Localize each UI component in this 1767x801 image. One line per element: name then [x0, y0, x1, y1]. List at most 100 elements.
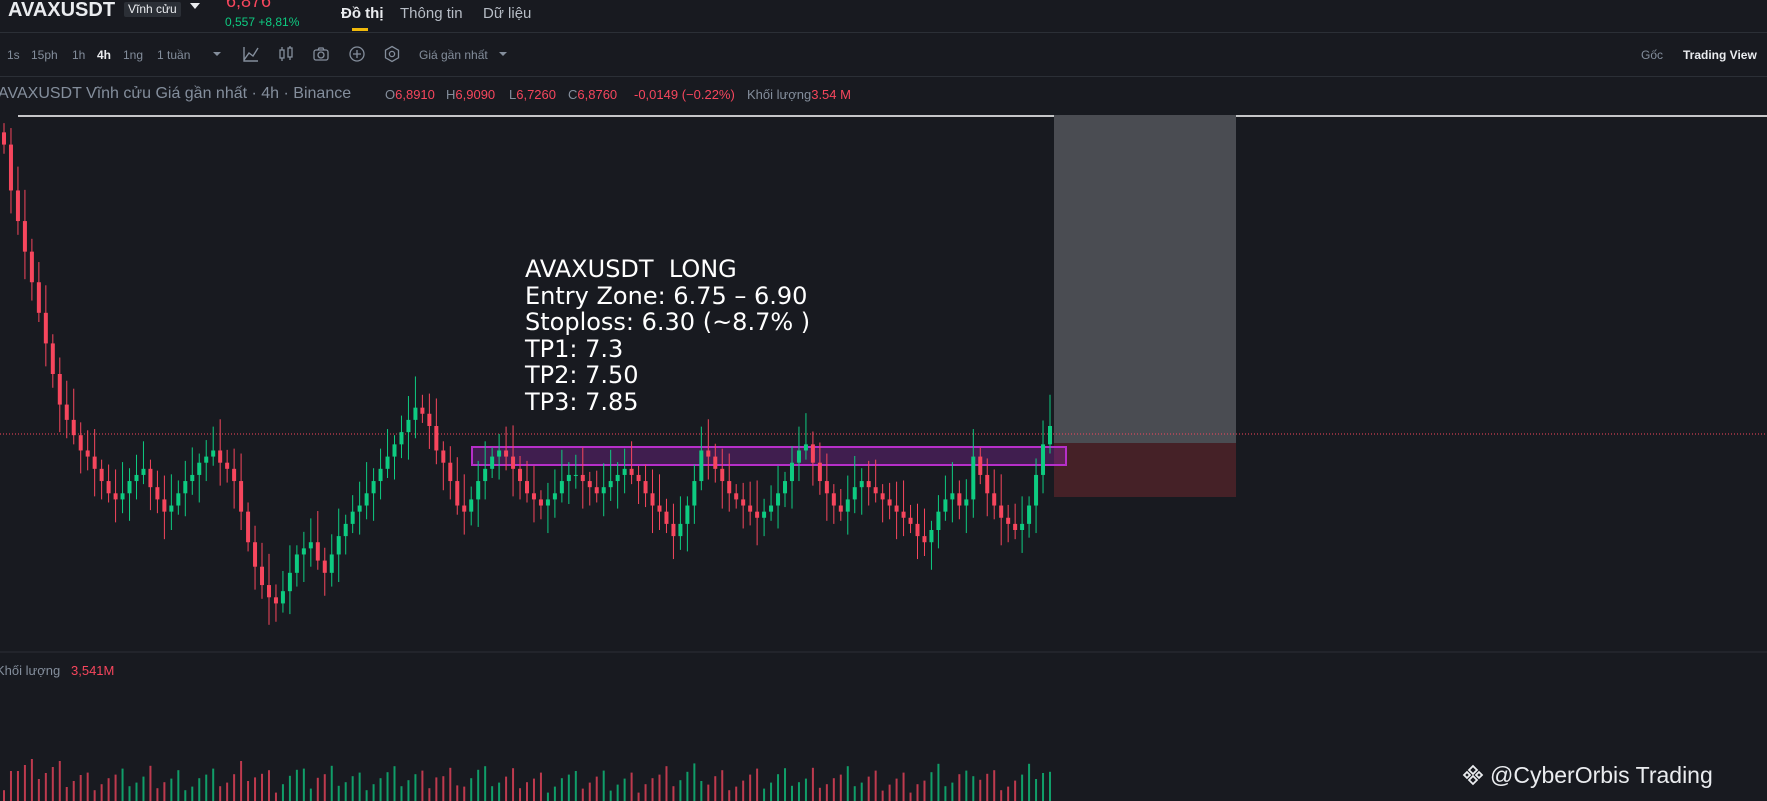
candle-body [748, 505, 753, 512]
volume-bar [170, 778, 173, 801]
candle-body [197, 462, 202, 475]
volume-bar [665, 766, 668, 801]
contract-type-badge: Vĩnh cửu [124, 2, 181, 17]
price-type-select[interactable]: Giá gần nhất [419, 48, 488, 62]
volume-bar [686, 771, 689, 801]
camera-icon[interactable] [312, 45, 330, 63]
candle-body [378, 468, 383, 482]
volume-bar [149, 765, 152, 801]
candle-body [106, 481, 111, 494]
candle-body [671, 523, 676, 537]
candle-body [357, 505, 362, 512]
candle-body [810, 444, 815, 463]
candle-body [650, 493, 655, 506]
volume-bar [895, 778, 898, 801]
volume-bar [100, 784, 103, 801]
symbol-name[interactable]: AVAXUSDT [8, 0, 115, 22]
candle-body [413, 407, 418, 420]
tab-chart[interactable]: Đồ thị [341, 5, 384, 22]
candle-body [915, 523, 920, 537]
top-bar: AVAXUSDT Vĩnh cửu 6,876 0,557 +8,81% Đồ … [0, 0, 1767, 33]
candle-body [678, 523, 683, 537]
chevron-down-icon[interactable] [208, 45, 226, 63]
volume-bar [616, 784, 619, 801]
volume-bar [930, 772, 933, 801]
volume-bar [226, 782, 229, 801]
candle-body [838, 505, 843, 512]
candle-body [232, 468, 237, 482]
candle-body [36, 282, 41, 313]
candle-body [525, 481, 529, 494]
volume-bar [23, 765, 26, 801]
candle-type-icon[interactable] [277, 45, 295, 63]
volume-bar [567, 774, 570, 801]
volume-bar [212, 768, 215, 801]
volume-bar [825, 784, 828, 801]
position-loss-zone [1054, 443, 1236, 497]
price-chart[interactable] [0, 98, 1767, 801]
volume-bar [379, 778, 382, 801]
candle-body [155, 487, 160, 500]
candle-body [57, 374, 62, 405]
volume-bar [839, 774, 842, 801]
candle-body [280, 591, 285, 604]
timeframe-1d[interactable]: 1ng [123, 48, 143, 62]
tab-data[interactable]: Dữ liệu [483, 5, 531, 22]
volume-bar [309, 788, 312, 801]
volume-bar [274, 792, 277, 801]
last-price: 6,876 [226, 0, 272, 11]
candle-body [727, 481, 732, 494]
volume-bar [477, 769, 480, 801]
candle-body [371, 481, 376, 494]
volume-bar [623, 778, 626, 801]
volume-bar [707, 784, 710, 801]
candle-body [692, 481, 697, 506]
volume-bar [393, 766, 396, 801]
candle-body [901, 511, 906, 518]
candle-body [141, 468, 146, 475]
indicator-icon[interactable] [242, 45, 260, 63]
candle-body [783, 481, 788, 494]
volume-bar [37, 779, 40, 801]
candle-body [239, 481, 244, 512]
candle-body [734, 493, 739, 500]
candle-body [629, 468, 634, 475]
timeframe-1s[interactable]: 1s [7, 48, 20, 62]
volume-bar [470, 778, 473, 801]
candle-body [148, 468, 153, 488]
timeframe-4h[interactable]: 4h [97, 48, 111, 62]
candle-body [120, 493, 125, 500]
tab-info[interactable]: Thông tin [400, 5, 463, 22]
view-trading-view[interactable]: Trading View [1683, 48, 1757, 62]
volume-bar [512, 768, 515, 801]
volume-bar [602, 770, 605, 801]
volume-bar [330, 765, 333, 801]
volume-bar [498, 782, 501, 801]
candle-body [43, 312, 48, 344]
candle-body [322, 560, 327, 573]
volume-bar [965, 770, 968, 801]
price-type-chevron-icon[interactable] [494, 45, 512, 63]
timeframe-15m[interactable]: 15ph [31, 48, 58, 62]
candle-body [713, 456, 718, 469]
volume-bar [163, 782, 166, 801]
candle-body [978, 456, 983, 475]
symbol-dropdown-icon[interactable] [190, 3, 200, 9]
candle-body [385, 456, 390, 469]
volume-bar [874, 770, 877, 801]
candle-body [350, 511, 355, 524]
volume-bar [400, 786, 403, 801]
candle-body [580, 474, 585, 482]
candle-body [1027, 505, 1032, 524]
volume-bar [372, 784, 375, 801]
add-icon[interactable] [348, 45, 366, 63]
candle-body [294, 554, 299, 573]
candle-body [343, 523, 348, 537]
volume-bar [261, 773, 264, 801]
candle-body [336, 536, 341, 555]
view-original[interactable]: Gốc [1641, 48, 1663, 62]
candle-body [573, 474, 578, 476]
timeframe-1h[interactable]: 1h [72, 48, 85, 62]
settings-icon[interactable] [383, 45, 401, 63]
timeframe-1w[interactable]: 1 tuần [157, 48, 190, 62]
